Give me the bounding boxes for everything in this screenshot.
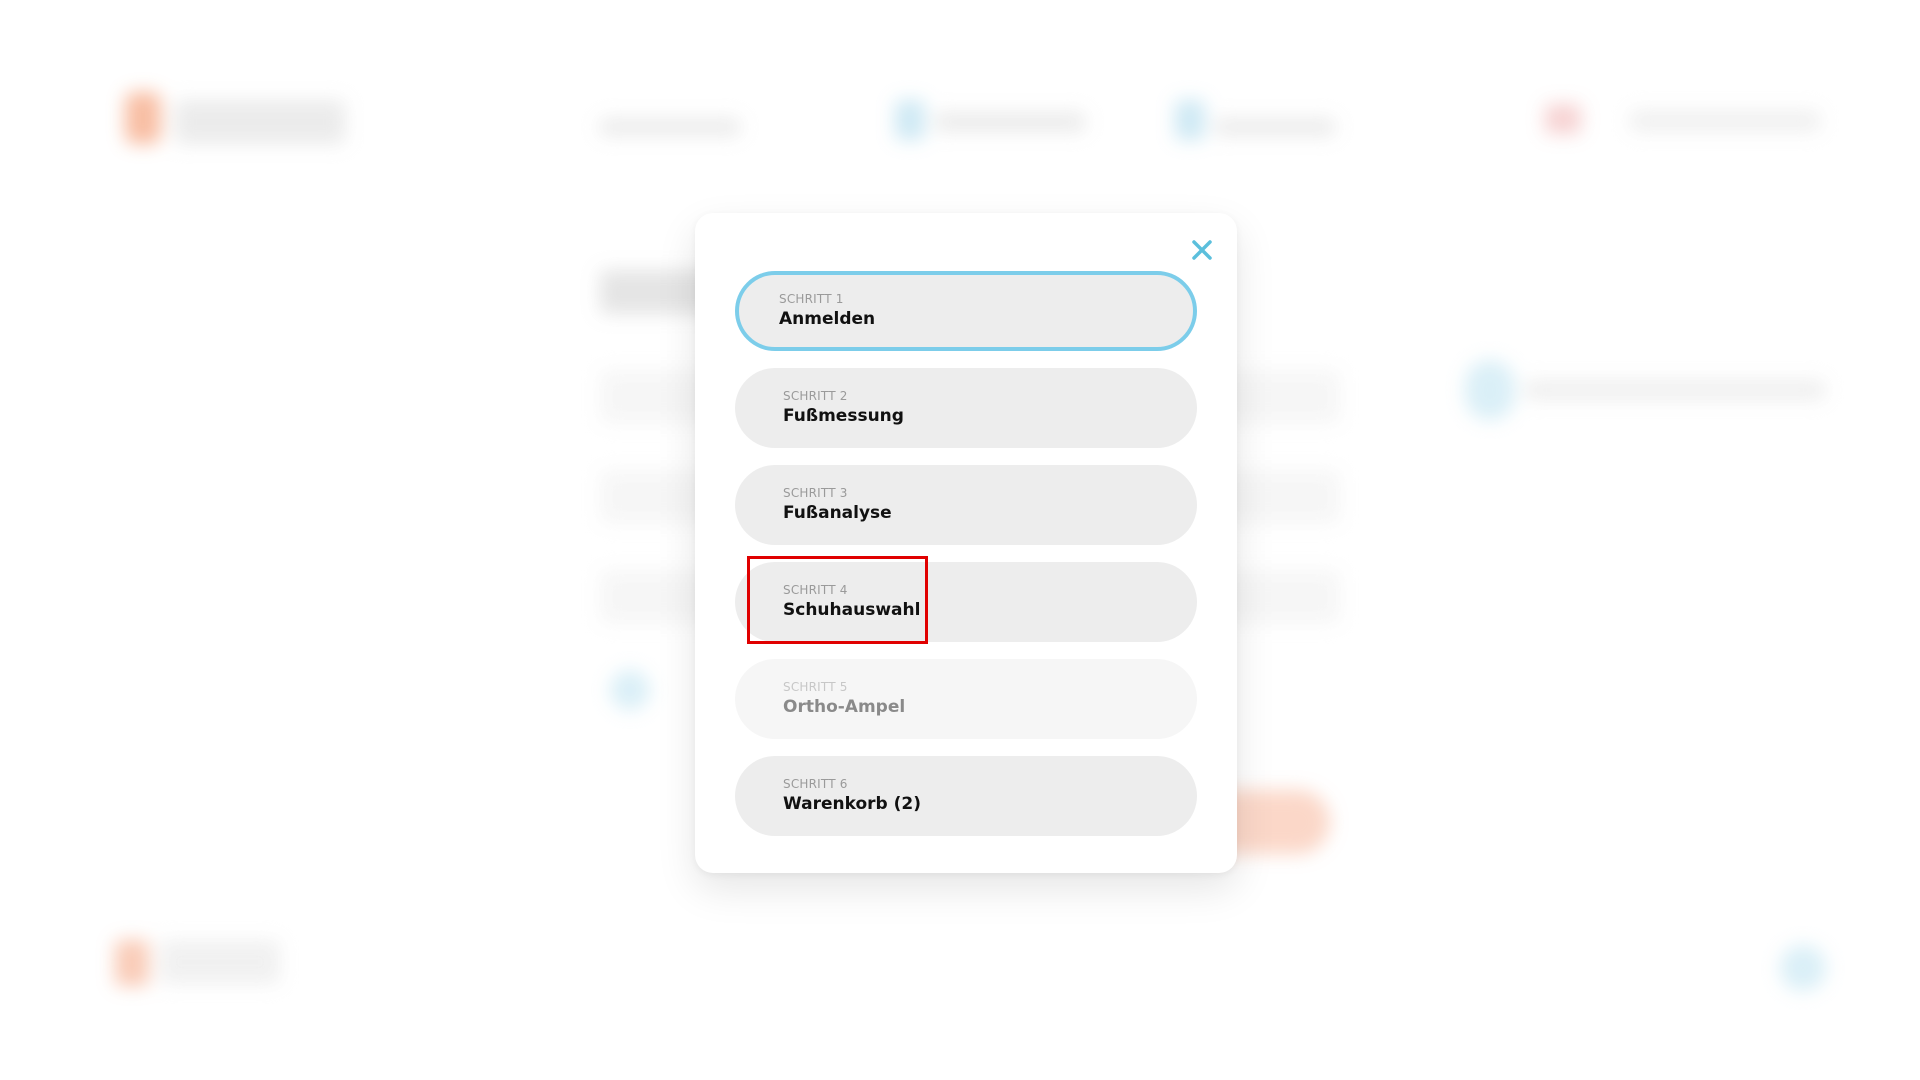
step-navigation-modal: SCHRITT 1 Anmelden SCHRITT 2 Fußmessung …	[695, 213, 1237, 873]
step-6-warenkorb[interactable]: SCHRITT 6 Warenkorb (2)	[735, 756, 1197, 836]
step-title: Anmelden	[779, 309, 876, 329]
step-number: SCHRITT 4	[783, 583, 848, 597]
step-number: SCHRITT 5	[783, 680, 848, 694]
close-button[interactable]	[1185, 233, 1219, 267]
step-number: SCHRITT 3	[783, 486, 848, 500]
step-number: SCHRITT 6	[783, 777, 848, 791]
step-number: SCHRITT 2	[783, 389, 848, 403]
step-list: SCHRITT 1 Anmelden SCHRITT 2 Fußmessung …	[735, 271, 1197, 836]
step-2-fussmessung[interactable]: SCHRITT 2 Fußmessung	[735, 368, 1197, 448]
step-5-ortho-ampel: SCHRITT 5 Ortho-Ampel	[735, 659, 1197, 739]
step-1-anmelden[interactable]: SCHRITT 1 Anmelden	[735, 271, 1197, 351]
step-3-fussanalyse[interactable]: SCHRITT 3 Fußanalyse	[735, 465, 1197, 545]
step-title: Ortho-Ampel	[783, 697, 906, 717]
step-number: SCHRITT 1	[779, 292, 844, 306]
step-title: Fußanalyse	[783, 503, 892, 523]
step-4-schuhauswahl[interactable]: SCHRITT 4 Schuhauswahl	[735, 562, 1197, 642]
step-title: Warenkorb (2)	[783, 794, 922, 814]
step-title: Schuhauswahl	[783, 600, 921, 620]
step-title: Fußmessung	[783, 406, 904, 426]
close-icon	[1192, 240, 1212, 260]
